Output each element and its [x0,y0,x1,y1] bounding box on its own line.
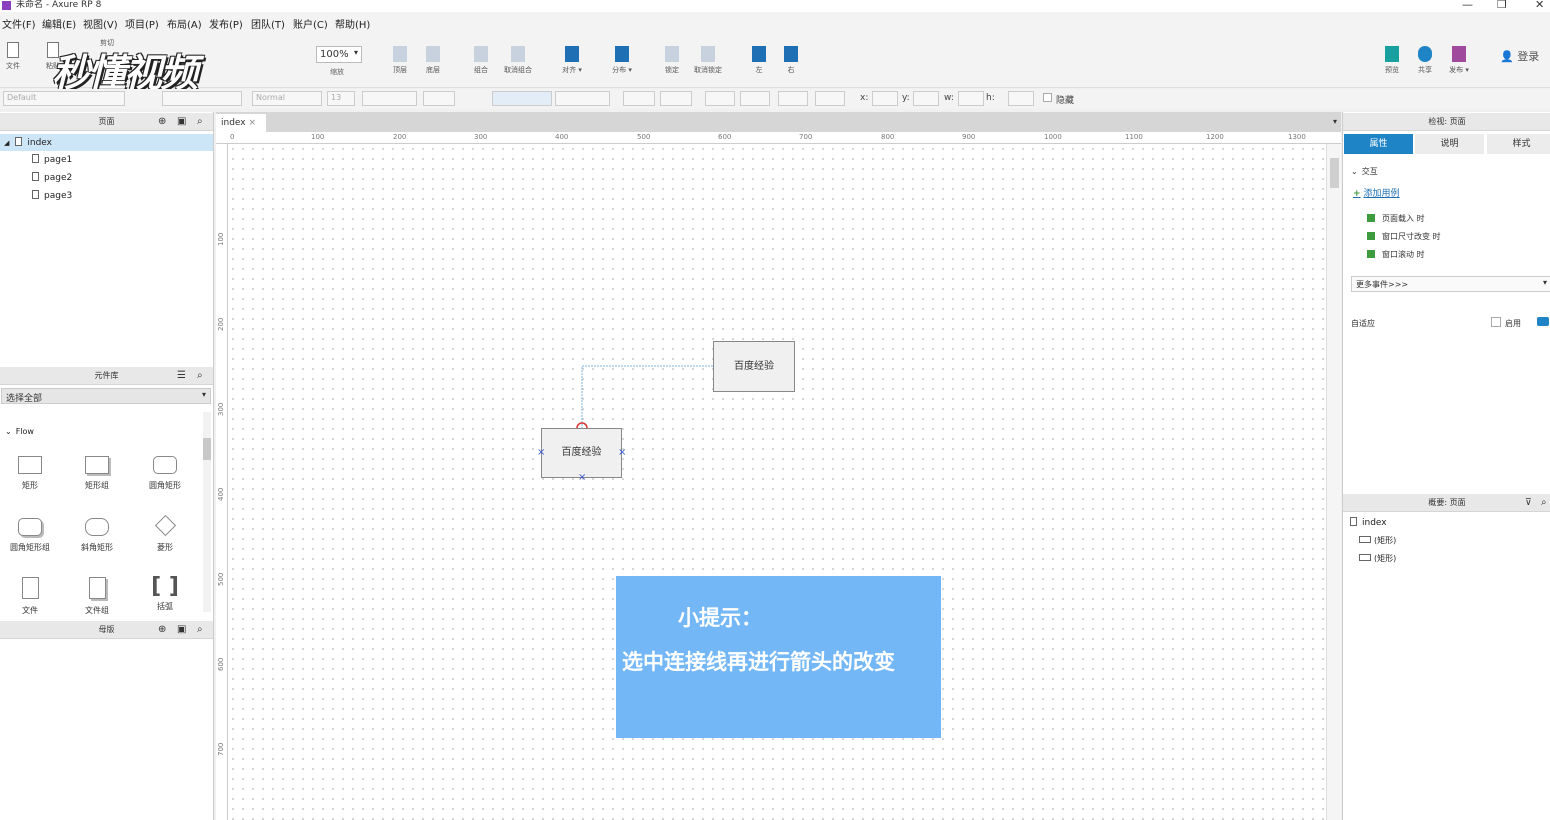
section-label: 交互 [1361,167,1378,176]
adaptive-enable-checkbox[interactable] [1491,317,1501,327]
search-icon[interactable]: ⌕ [1541,494,1547,512]
event-icon [1367,250,1375,258]
inspector-header: 检视: 页面 [1343,113,1550,131]
connection-point-right-icon[interactable]: × [618,447,626,458]
adaptive-label: 自适应 [1351,319,1375,328]
outline-header: 概要: 页面 ⊽ ⌕ [1343,494,1550,512]
event-label: 页面载入 时 [1382,214,1425,223]
event-icon [1367,214,1375,222]
connector-line[interactable] [581,365,713,428]
rectangle-shape-2[interactable]: 百度经验 [541,428,622,478]
page-icon [1350,517,1357,526]
enable-label: 启用 [1505,319,1521,328]
event-icon [1367,232,1375,240]
filter-icon[interactable]: ⊽ [1525,494,1532,512]
outline-item-label: (矩形) [1374,554,1397,563]
tip-overlay: 小提示： 选中连接线再进行箭头的改变 [616,576,941,738]
shape-label: 百度经验 [561,447,602,458]
outline-root-label: index [1362,518,1387,528]
chevron-down-icon: ▾ [1542,278,1547,287]
canvas-vertical-scrollbar[interactable] [1326,144,1341,820]
connection-point-bottom-icon[interactable]: × [578,472,586,483]
inspector-panel: 检视: 页面 属性 说明 样式 ⌄ 交互 + 添加用例 页面载入 时 窗口尺寸改变 … [1342,112,1550,820]
outline-title: 概要: 页面 [1428,498,1466,507]
rectangle-icon [1359,536,1371,543]
outline-item-label: (矩形) [1374,536,1397,545]
tip-body: 选中连接线再进行箭头的改变 [622,650,895,674]
shape-label: 百度经验 [734,361,774,372]
tip-title: 小提示： [678,606,762,630]
event-label: 窗口滚动 时 [1382,250,1425,259]
event-page-load[interactable]: 页面载入 时 [1367,213,1425,224]
scrollbar-thumb[interactable] [1330,158,1339,188]
chevron-down-icon: ⌄ [1351,167,1358,176]
outline-item-rectangle-2[interactable]: (矩形) [1359,553,1396,564]
more-events-value: 更多事件>>> [1356,280,1409,289]
event-label: 窗口尺寸改变 时 [1382,232,1441,241]
plus-icon: + [1353,189,1361,199]
add-case-link[interactable]: + 添加用例 [1353,186,1400,199]
interactions-section[interactable]: ⌄ 交互 [1351,166,1378,177]
tab-notes[interactable]: 说明 [1415,134,1484,154]
tab-style[interactable]: 样式 [1487,134,1550,154]
rectangle-icon [1359,554,1371,561]
tab-properties[interactable]: 属性 [1344,134,1413,154]
more-events-select[interactable]: 更多事件>>> ▾ [1351,276,1550,292]
outline-root[interactable]: index [1350,517,1387,528]
rectangle-shape-1[interactable]: 百度经验 [713,341,795,392]
inspector-title: 检视: 页面 [1428,117,1466,126]
outline-item-rectangle-1[interactable]: (矩形) [1359,535,1396,546]
add-case-label: 添加用例 [1363,189,1400,199]
connection-point-left-icon[interactable]: × [537,447,545,458]
event-window-resize[interactable]: 窗口尺寸改变 时 [1367,231,1441,242]
adaptive-views-icon[interactable] [1537,317,1549,326]
event-window-scroll[interactable]: 窗口滚动 时 [1367,249,1425,260]
